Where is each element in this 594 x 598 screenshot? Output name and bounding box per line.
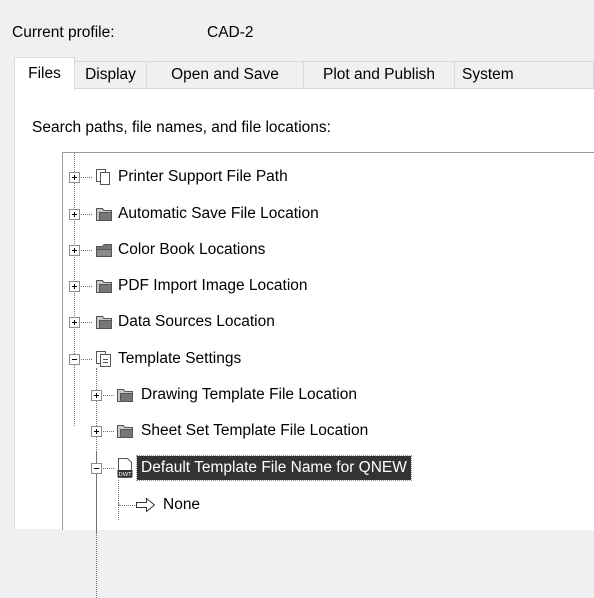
tree-connector [119, 505, 135, 506]
folder-icon [116, 422, 134, 445]
tab-display[interactable]: Display [74, 61, 147, 88]
printer-support-folder-icon [95, 168, 113, 191]
svg-text:DWT: DWT [118, 472, 132, 478]
arrow-right-icon [135, 496, 157, 519]
tree-connector [79, 177, 92, 178]
tree-item-sheet-set-template-file-location[interactable]: Sheet Set Template File Location [137, 419, 372, 443]
tab-plot-and-publish[interactable]: Plot and Publish [303, 61, 455, 88]
search-paths-label: Search paths, file names, and file locat… [32, 119, 331, 136]
folder-icon [95, 277, 113, 300]
tree-connector [101, 395, 114, 396]
tree-connector [96, 368, 97, 598]
tree-item-data-sources-location[interactable]: Data Sources Location [114, 310, 279, 334]
tab-plot-and-publish-label: Plot and Publish [322, 66, 436, 83]
tree-item-template-settings[interactable]: Template Settings [114, 347, 245, 371]
tab-open-and-save-label: Open and Save [171, 66, 279, 83]
tree-connector [79, 214, 92, 215]
tree-item-drawing-template-file-location[interactable]: Drawing Template File Location [137, 383, 361, 407]
tree-item-pdf-import-image-location[interactable]: PDF Import Image Location [114, 274, 312, 298]
tree-connector [79, 286, 92, 287]
current-profile-label: Current profile: [12, 24, 115, 41]
tree-connector [118, 480, 119, 505]
expand-printer-support[interactable] [69, 172, 80, 183]
collapse-template-settings[interactable] [69, 354, 80, 365]
current-profile-row: Current profile: CAD-2 [12, 22, 254, 44]
expand-color-book[interactable] [69, 245, 80, 256]
folder-icon [95, 241, 113, 264]
folder-icon [116, 386, 134, 409]
tree-connector [101, 468, 114, 469]
tree-connector [79, 359, 92, 360]
tree-connector [79, 322, 92, 323]
tree-connector [79, 250, 92, 251]
tree-item-automatic-save-file-location[interactable]: Automatic Save File Location [114, 202, 323, 226]
search-paths-tree[interactable]: Printer Support File Path Automatic Save… [62, 152, 594, 598]
template-settings-icon [95, 350, 113, 373]
expand-sheet-set-template[interactable] [91, 426, 102, 437]
tree-connector [101, 431, 114, 432]
tab-display-label: Display [85, 66, 136, 83]
tab-system-label: System [462, 66, 514, 83]
files-tab-panel: Search paths, file names, and file locat… [14, 88, 594, 598]
tab-files-label: Files [28, 65, 61, 82]
tree-item-color-book-locations[interactable]: Color Book Locations [114, 238, 269, 262]
collapse-default-template[interactable] [91, 463, 102, 474]
tree-item-printer-support-file-path[interactable]: Printer Support File Path [114, 165, 292, 189]
expand-drawing-template[interactable] [91, 390, 102, 401]
folder-icon [95, 313, 113, 336]
tab-system[interactable]: System [454, 61, 594, 88]
tab-files[interactable]: Files [14, 57, 75, 90]
expand-automatic-save[interactable] [69, 209, 80, 220]
expand-pdf-import[interactable] [69, 281, 80, 292]
tree-item-default-template-file-name[interactable]: Default Template File Name for QNEW [136, 455, 412, 481]
expand-data-sources[interactable] [69, 317, 80, 328]
folder-icon [95, 205, 113, 228]
tree-item-none[interactable]: None [159, 493, 204, 517]
current-profile-value: CAD-2 [207, 24, 254, 41]
tab-open-and-save[interactable]: Open and Save [146, 61, 304, 88]
